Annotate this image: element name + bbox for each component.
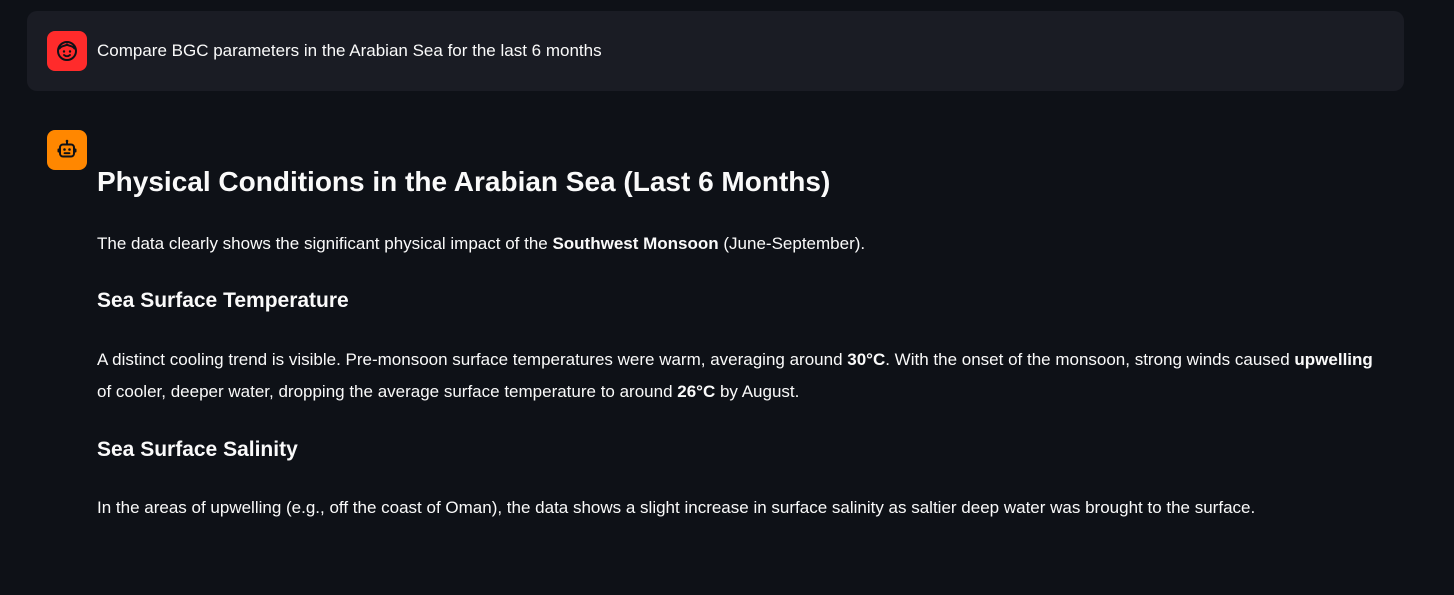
temperature-text-2: . With the onset of the monsoon, strong … [885, 350, 1295, 369]
temperature-value-premonsoon: 30°C [847, 350, 886, 369]
salinity-heading: Sea Surface Salinity [97, 438, 298, 461]
intro-text-end: (June-September). [718, 234, 866, 253]
intro-paragraph: The data clearly shows the significant p… [97, 228, 1387, 260]
temperature-text-1: A distinct cooling trend is visible. Pre… [97, 350, 848, 369]
robot-icon [57, 139, 77, 158]
response-title: Physical Conditions in the Arabian Sea (… [97, 166, 831, 197]
user-avatar [47, 31, 87, 71]
user-face-icon [57, 41, 77, 61]
user-message-text: Compare BGC parameters in the Arabian Se… [97, 41, 602, 60]
temperature-value-august: 26°C [677, 382, 716, 401]
upwelling-term: upwelling [1294, 350, 1373, 369]
temperature-heading: Sea Surface Temperature [97, 289, 349, 312]
intro-text: The data clearly shows the significant p… [97, 234, 553, 253]
salinity-paragraph: In the areas of upwelling (e.g., off the… [97, 498, 1256, 517]
assistant-avatar [47, 130, 87, 170]
temperature-text-3: of cooler, deeper water, dropping the av… [97, 382, 678, 401]
user-message: Compare BGC parameters in the Arabian Se… [27, 11, 1404, 91]
intro-bold: Southwest Monsoon [552, 234, 719, 253]
chat-container: Compare BGC parameters in the Arabian Se… [0, 0, 1454, 595]
temperature-paragraph: A distinct cooling trend is visible. Pre… [97, 344, 1387, 408]
temperature-text-4: by August. [715, 382, 800, 401]
